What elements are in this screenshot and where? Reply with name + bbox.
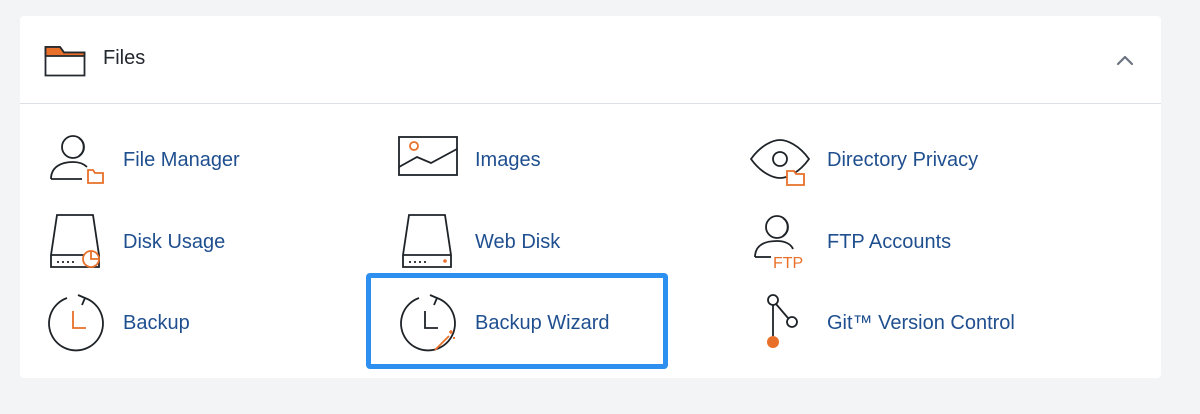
folder-icon	[44, 46, 86, 77]
backup-wizard-icon	[400, 294, 456, 352]
files-panel-header[interactable]: Files	[20, 16, 1161, 104]
files-panel: Files File Manager Images Directory Priv	[20, 16, 1161, 378]
images-link[interactable]: Images	[397, 129, 657, 191]
file-manager-icon	[50, 135, 104, 184]
item-label: Git™ Version Control	[827, 312, 1015, 334]
item-label: Backup	[123, 312, 190, 334]
ftp-icon-text: FTP	[773, 255, 803, 272]
ftp-accounts-link[interactable]: FTP FTP Accounts	[749, 211, 1069, 273]
item-label: Images	[475, 149, 541, 171]
directory-privacy-link[interactable]: Directory Privacy	[749, 129, 1069, 191]
images-icon	[398, 136, 458, 176]
item-label: Web Disk	[475, 231, 561, 253]
item-label: Directory Privacy	[827, 149, 979, 171]
git-version-control-link[interactable]: Git™ Version Control	[749, 292, 1069, 354]
disk-usage-icon	[50, 214, 100, 268]
item-label: File Manager	[123, 149, 240, 171]
backup-wizard-link[interactable]: Backup Wizard	[397, 292, 657, 354]
disk-usage-link[interactable]: Disk Usage	[45, 211, 305, 273]
backup-icon	[48, 294, 104, 352]
web-disk-link[interactable]: Web Disk	[397, 211, 657, 273]
backup-link[interactable]: Backup	[45, 292, 305, 354]
item-label: Disk Usage	[123, 231, 226, 253]
panel-title: Files	[103, 47, 146, 69]
web-disk-icon	[402, 214, 452, 268]
ftp-accounts-icon: FTP	[754, 215, 803, 272]
git-icon	[767, 294, 798, 348]
chevron-up-icon[interactable]	[1110, 48, 1140, 72]
item-label: FTP Accounts	[827, 231, 952, 253]
item-label: Backup Wizard	[475, 312, 610, 334]
file-manager-link[interactable]: File Manager	[45, 129, 305, 191]
directory-privacy-icon	[749, 139, 811, 186]
